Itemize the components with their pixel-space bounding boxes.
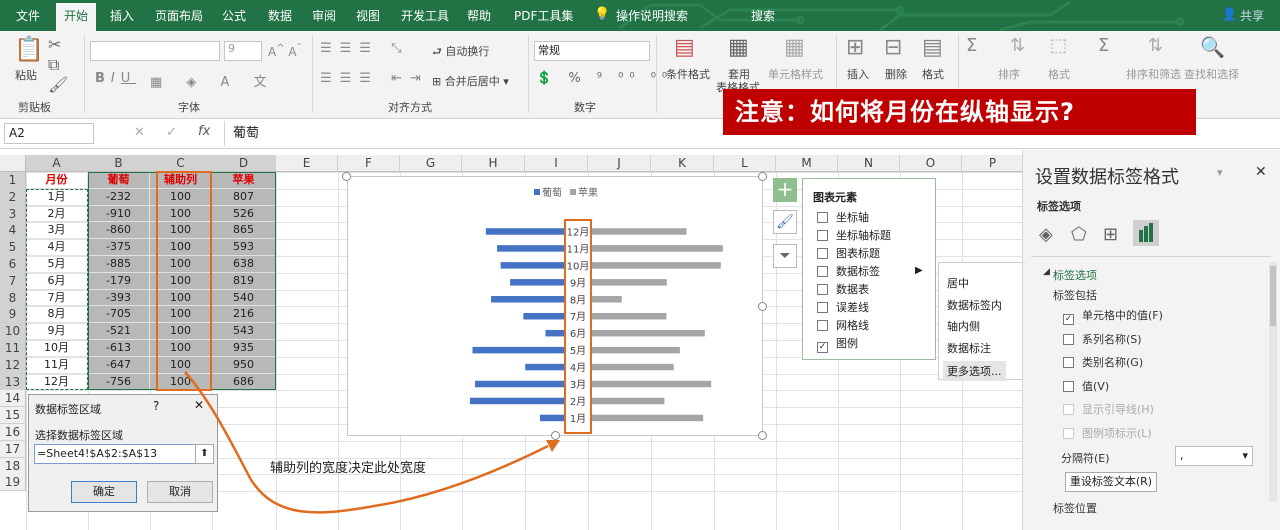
notice-banner: 注意：如何将月份在纵轴显示? [723, 89, 1196, 135]
section-label-options[interactable]: 标签选项 [1053, 267, 1097, 283]
label-contains-heading: 标签包括 [1053, 289, 1097, 302]
label-options-bar-icon[interactable] [1133, 220, 1159, 246]
pane-title: 设置数据标签格式 [1035, 167, 1179, 188]
format-data-labels-pane: 设置数据标签格式 ▾ ✕ 标签选项 ◈ ⬠ ⊞ ◢ 标签选项 标签包括 ✓ 单元格… [1022, 150, 1280, 530]
separator-dropdown[interactable]: , ▾ [1175, 446, 1253, 466]
checkbox[interactable] [1063, 427, 1074, 439]
annotation-text: 辅助列的宽度决定此处宽度 [270, 461, 427, 476]
option-label: 系列名称(S) [1082, 332, 1142, 346]
label-option[interactable]: 系列名称(S) [1063, 331, 1142, 347]
label-option[interactable]: 显示引导线(H) [1063, 401, 1154, 417]
separator-label: 分隔符(E) [1061, 452, 1110, 465]
pane-scrollbar[interactable] [1269, 262, 1277, 502]
label-position-heading: 标签位置 [1053, 502, 1097, 515]
checkbox[interactable]: ✓ [1063, 314, 1074, 325]
option-label: 类别名称(G) [1082, 356, 1144, 369]
checkbox[interactable] [1063, 333, 1074, 345]
reset-label-text-button[interactable]: 重设标签文本(R) [1065, 472, 1157, 492]
label-option[interactable]: 类别名称(G) [1063, 354, 1143, 370]
option-label: 图例项标示(L) [1082, 426, 1152, 440]
checkbox[interactable] [1063, 357, 1074, 368]
label-option[interactable]: 值(V) [1063, 378, 1109, 394]
checkbox[interactable] [1063, 404, 1074, 415]
pane-subtitle[interactable]: 标签选项 [1037, 198, 1081, 214]
pane-divider [1031, 256, 1271, 257]
checkbox[interactable] [1063, 380, 1074, 392]
separator-value: , [1180, 449, 1184, 462]
section-expand-icon[interactable]: ◢ [1043, 267, 1050, 277]
pane-dropdown-icon[interactable]: ▾ [1217, 166, 1223, 179]
chevron-down-icon: ▾ [1242, 449, 1248, 462]
option-label: 值(V) [1082, 379, 1110, 393]
effects-pentagon-icon[interactable]: ⬠ [1071, 224, 1087, 245]
option-label: 显示引导线(H) [1082, 403, 1154, 416]
label-option[interactable]: 图例项标示(L) [1063, 425, 1152, 441]
size-properties-icon[interactable]: ⊞ [1103, 224, 1118, 245]
label-option[interactable]: ✓ 单元格中的值(F) [1063, 307, 1163, 325]
pane-close-icon[interactable]: ✕ [1255, 164, 1267, 180]
fill-line-icon[interactable]: ◈ [1039, 224, 1053, 245]
option-label: 单元格中的值(F) [1082, 309, 1163, 322]
